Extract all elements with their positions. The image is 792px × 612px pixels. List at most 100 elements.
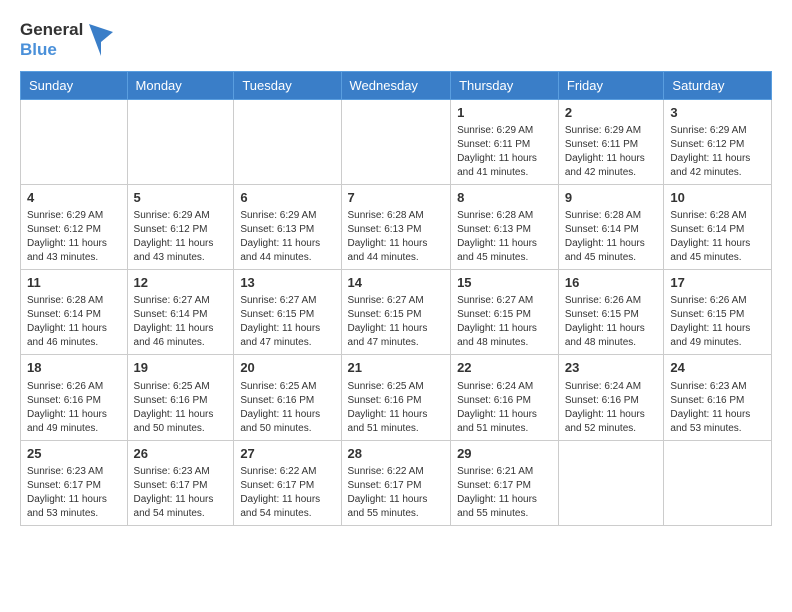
- day-number: 26: [134, 445, 228, 463]
- day-info: Sunrise: 6:25 AM Sunset: 6:16 PM Dayligh…: [240, 380, 334, 436]
- day-number: 7: [348, 189, 445, 207]
- day-number: 15: [457, 274, 552, 292]
- calendar-cell: [234, 99, 341, 184]
- calendar-cell: 19 Sunrise: 6:25 AM Sunset: 6:16 PM Dayli…: [127, 355, 234, 440]
- day-info: Sunrise: 6:27 AM Sunset: 6:15 PM Dayligh…: [348, 294, 445, 350]
- day-number: 11: [27, 274, 121, 292]
- day-info: Sunrise: 6:26 AM Sunset: 6:15 PM Dayligh…: [670, 294, 765, 350]
- calendar-cell: 27 Sunrise: 6:22 AM Sunset: 6:17 PM Dayli…: [234, 440, 341, 525]
- day-info: Sunrise: 6:27 AM Sunset: 6:15 PM Dayligh…: [240, 294, 334, 350]
- calendar-cell: 25 Sunrise: 6:23 AM Sunset: 6:17 PM Dayli…: [21, 440, 128, 525]
- day-info: Sunrise: 6:27 AM Sunset: 6:15 PM Dayligh…: [457, 294, 552, 350]
- day-info: Sunrise: 6:29 AM Sunset: 6:11 PM Dayligh…: [457, 124, 552, 180]
- day-number: 9: [565, 189, 658, 207]
- calendar-cell: 23Sunrise: 6:24 AM Sunset: 6:16 PM Dayli…: [558, 355, 664, 440]
- calendar-cell: 17Sunrise: 6:26 AM Sunset: 6:15 PM Dayli…: [664, 270, 772, 355]
- day-number: 6: [240, 189, 334, 207]
- day-number: 24: [670, 359, 765, 377]
- day-info: Sunrise: 6:29 AM Sunset: 6:12 PM Dayligh…: [134, 209, 228, 265]
- calendar-cell: 12 Sunrise: 6:27 AM Sunset: 6:14 PM Dayli…: [127, 270, 234, 355]
- day-number: 21: [348, 359, 445, 377]
- calendar-cell: 22 Sunrise: 6:24 AM Sunset: 6:16 PM Dayli…: [451, 355, 559, 440]
- day-number: 1: [457, 104, 552, 122]
- calendar-cell: 13 Sunrise: 6:27 AM Sunset: 6:15 PM Dayli…: [234, 270, 341, 355]
- calendar-cell: 10Sunrise: 6:28 AM Sunset: 6:14 PM Dayli…: [664, 184, 772, 269]
- calendar-table: SundayMondayTuesdayWednesdayThursdayFrid…: [20, 71, 772, 526]
- day-info: Sunrise: 6:26 AM Sunset: 6:15 PM Dayligh…: [565, 294, 658, 350]
- calendar-cell: 9 Sunrise: 6:28 AM Sunset: 6:14 PM Daylig…: [558, 184, 664, 269]
- day-number: 3: [670, 104, 765, 122]
- calendar-cell: 8 Sunrise: 6:28 AM Sunset: 6:13 PM Daylig…: [451, 184, 559, 269]
- day-number: 27: [240, 445, 334, 463]
- calendar-cell: 29 Sunrise: 6:21 AM Sunset: 6:17 PM Dayli…: [451, 440, 559, 525]
- day-number: 23: [565, 359, 658, 377]
- day-info: Sunrise: 6:26 AM Sunset: 6:16 PM Dayligh…: [27, 380, 121, 436]
- page-header: GeneralBlue: [20, 20, 772, 61]
- day-number: 8: [457, 189, 552, 207]
- day-info: Sunrise: 6:23 AM Sunset: 6:17 PM Dayligh…: [27, 465, 121, 521]
- calendar-cell: 3 Sunrise: 6:29 AM Sunset: 6:12 PM Daylig…: [664, 99, 772, 184]
- calendar-week-row: 1 Sunrise: 6:29 AM Sunset: 6:11 PM Daylig…: [21, 99, 772, 184]
- day-info: Sunrise: 6:28 AM Sunset: 6:13 PM Dayligh…: [457, 209, 552, 265]
- day-number: 20: [240, 359, 334, 377]
- day-info: Sunrise: 6:29 AM Sunset: 6:12 PM Dayligh…: [27, 209, 121, 265]
- day-number: 4: [27, 189, 121, 207]
- calendar-week-row: 4 Sunrise: 6:29 AM Sunset: 6:12 PM Daylig…: [21, 184, 772, 269]
- day-info: Sunrise: 6:29 AM Sunset: 6:13 PM Dayligh…: [240, 209, 334, 265]
- day-info: Sunrise: 6:27 AM Sunset: 6:14 PM Dayligh…: [134, 294, 228, 350]
- day-number: 12: [134, 274, 228, 292]
- day-of-week-header: Thursday: [451, 71, 559, 99]
- day-number: 16: [565, 274, 658, 292]
- day-info: Sunrise: 6:24 AM Sunset: 6:16 PM Dayligh…: [457, 380, 552, 436]
- calendar-cell: 5 Sunrise: 6:29 AM Sunset: 6:12 PM Daylig…: [127, 184, 234, 269]
- day-number: 10: [670, 189, 765, 207]
- calendar-cell: 4 Sunrise: 6:29 AM Sunset: 6:12 PM Daylig…: [21, 184, 128, 269]
- calendar-cell: 18 Sunrise: 6:26 AM Sunset: 6:16 PM Dayli…: [21, 355, 128, 440]
- logo-general-text: General: [20, 20, 83, 40]
- logo-flag-icon: [87, 22, 115, 58]
- calendar-cell: 28 Sunrise: 6:22 AM Sunset: 6:17 PM Dayli…: [341, 440, 451, 525]
- day-info: Sunrise: 6:22 AM Sunset: 6:17 PM Dayligh…: [348, 465, 445, 521]
- day-number: 13: [240, 274, 334, 292]
- day-info: Sunrise: 6:22 AM Sunset: 6:17 PM Dayligh…: [240, 465, 334, 521]
- calendar-cell: 11 Sunrise: 6:28 AM Sunset: 6:14 PM Dayli…: [21, 270, 128, 355]
- day-number: 25: [27, 445, 121, 463]
- day-info: Sunrise: 6:29 AM Sunset: 6:11 PM Dayligh…: [565, 124, 658, 180]
- day-number: 19: [134, 359, 228, 377]
- calendar-cell: 14 Sunrise: 6:27 AM Sunset: 6:15 PM Dayli…: [341, 270, 451, 355]
- calendar-cell: 21 Sunrise: 6:25 AM Sunset: 6:16 PM Dayli…: [341, 355, 451, 440]
- day-number: 18: [27, 359, 121, 377]
- calendar-cell: [341, 99, 451, 184]
- day-number: 14: [348, 274, 445, 292]
- day-number: 28: [348, 445, 445, 463]
- day-info: Sunrise: 6:28 AM Sunset: 6:14 PM Dayligh…: [565, 209, 658, 265]
- day-number: 29: [457, 445, 552, 463]
- day-info: Sunrise: 6:23 AM Sunset: 6:17 PM Dayligh…: [134, 465, 228, 521]
- calendar-cell: 24 Sunrise: 6:23 AM Sunset: 6:16 PM Dayli…: [664, 355, 772, 440]
- day-of-week-header: Sunday: [21, 71, 128, 99]
- day-number: 5: [134, 189, 228, 207]
- day-number: 2: [565, 104, 658, 122]
- day-info: Sunrise: 6:21 AM Sunset: 6:17 PM Dayligh…: [457, 465, 552, 521]
- calendar-cell: 20 Sunrise: 6:25 AM Sunset: 6:16 PM Dayli…: [234, 355, 341, 440]
- calendar-week-row: 18 Sunrise: 6:26 AM Sunset: 6:16 PM Dayli…: [21, 355, 772, 440]
- calendar-week-row: 11 Sunrise: 6:28 AM Sunset: 6:14 PM Dayli…: [21, 270, 772, 355]
- day-info: Sunrise: 6:25 AM Sunset: 6:16 PM Dayligh…: [134, 380, 228, 436]
- day-info: Sunrise: 6:28 AM Sunset: 6:13 PM Dayligh…: [348, 209, 445, 265]
- calendar-cell: [127, 99, 234, 184]
- calendar-cell: 7 Sunrise: 6:28 AM Sunset: 6:13 PM Daylig…: [341, 184, 451, 269]
- day-info: Sunrise: 6:23 AM Sunset: 6:16 PM Dayligh…: [670, 380, 765, 436]
- day-info: Sunrise: 6:28 AM Sunset: 6:14 PM Dayligh…: [27, 294, 121, 350]
- calendar-cell: 2 Sunrise: 6:29 AM Sunset: 6:11 PM Daylig…: [558, 99, 664, 184]
- day-of-week-header: Monday: [127, 71, 234, 99]
- calendar-week-row: 25 Sunrise: 6:23 AM Sunset: 6:17 PM Dayli…: [21, 440, 772, 525]
- calendar-cell: 26 Sunrise: 6:23 AM Sunset: 6:17 PM Dayli…: [127, 440, 234, 525]
- calendar-cell: [558, 440, 664, 525]
- calendar-cell: 16 Sunrise: 6:26 AM Sunset: 6:15 PM Dayli…: [558, 270, 664, 355]
- calendar-cell: 6 Sunrise: 6:29 AM Sunset: 6:13 PM Daylig…: [234, 184, 341, 269]
- day-number: 22: [457, 359, 552, 377]
- day-of-week-header: Saturday: [664, 71, 772, 99]
- day-info: Sunrise: 6:29 AM Sunset: 6:12 PM Dayligh…: [670, 124, 765, 180]
- day-info: Sunrise: 6:25 AM Sunset: 6:16 PM Dayligh…: [348, 380, 445, 436]
- day-of-week-header: Tuesday: [234, 71, 341, 99]
